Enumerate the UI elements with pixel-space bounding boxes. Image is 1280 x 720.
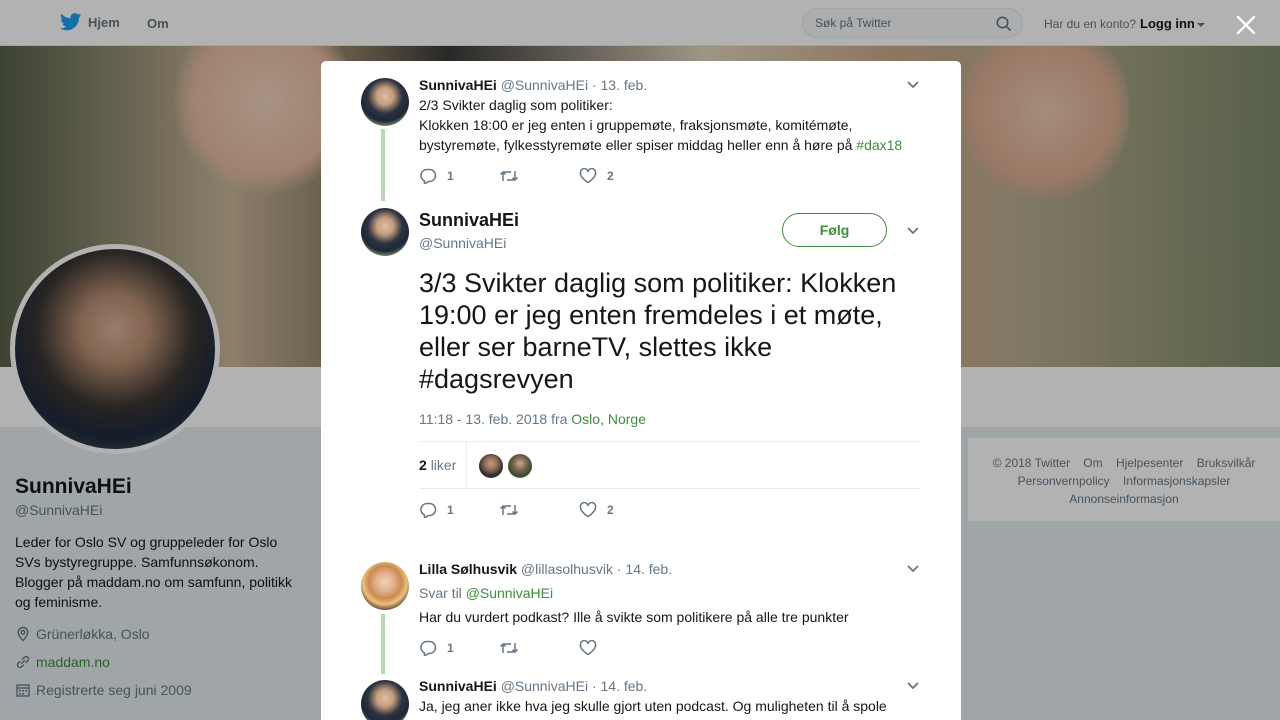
- avatar[interactable]: [361, 562, 409, 610]
- likes-summary[interactable]: 2 liker: [419, 457, 456, 473]
- likes-number: 2: [419, 457, 427, 473]
- main-tweet-body: 3/3 Svikter daglig som politiker: Klokke…: [419, 268, 897, 362]
- stats-divider: [466, 442, 467, 489]
- avatar[interactable]: [361, 78, 409, 126]
- hashtag-link[interactable]: #dax18: [856, 137, 902, 153]
- author-name[interactable]: SunnivaHEi: [419, 678, 497, 694]
- reply-icon: [420, 168, 437, 184]
- tweet-line-1: 2/3 Svikter daglig som politiker:: [419, 97, 613, 113]
- reply-to-link[interactable]: @SunnivaHEi: [466, 585, 553, 601]
- separator-dot: ·: [591, 77, 597, 93]
- tweet-header: SunnivaHEi @SunnivaHEi · 13. feb.: [419, 77, 647, 93]
- timestamp-text: 11:18 - 13. feb. 2018 fra: [419, 411, 568, 427]
- reply-button[interactable]: 1: [419, 168, 499, 184]
- reply-prefix: Svar til: [419, 585, 462, 601]
- retweet-button[interactable]: [499, 168, 579, 184]
- tweet-text: 2/3 Svikter daglig som politiker: Klokke…: [419, 95, 919, 155]
- liker-avatar[interactable]: [508, 454, 532, 478]
- heart-icon: [579, 640, 597, 656]
- like-count: 2: [607, 503, 614, 517]
- reply-count: 1: [447, 641, 454, 655]
- reply-count: 1: [447, 169, 454, 183]
- retweet-button[interactable]: [499, 640, 579, 656]
- reply-icon: [420, 640, 437, 656]
- chevron-down-icon[interactable]: [906, 80, 920, 90]
- heart-icon: [579, 168, 597, 184]
- avatar[interactable]: [361, 680, 409, 720]
- like-button[interactable]: 2: [579, 502, 614, 518]
- retweet-icon: [499, 505, 519, 515]
- reply-icon: [420, 502, 437, 518]
- like-count: 2: [607, 169, 614, 183]
- liker-avatar[interactable]: [479, 454, 503, 478]
- retweet-icon: [499, 171, 519, 181]
- tweet-header: SunnivaHEi @SunnivaHEi · 14. feb.: [419, 678, 647, 694]
- like-button[interactable]: [579, 640, 607, 656]
- tweet-time[interactable]: 14. feb.: [601, 678, 648, 694]
- reply-context: Svar til @SunnivaHEi: [419, 585, 553, 601]
- tweet-text: Ja, jeg aner ikke hva jeg skulle gjort u…: [419, 698, 887, 714]
- author-handle[interactable]: @lillasolhusvik: [521, 561, 613, 577]
- tweet-line-2: Klokken 18:00 er jeg enten i gruppemøte,…: [419, 117, 853, 153]
- heart-icon: [579, 502, 597, 518]
- main-author-handle[interactable]: @SunnivaHEi: [419, 235, 506, 251]
- tweet-actions: 1 2: [419, 166, 614, 186]
- reply-button[interactable]: 1: [419, 502, 499, 518]
- tweet-stats: 2 liker: [419, 441, 921, 489]
- reply-button[interactable]: 1: [419, 640, 499, 656]
- tweet-header: Lilla Sølhusvik @lillasolhusvik · 14. fe…: [419, 561, 672, 577]
- main-tweet-actions: 1 2: [419, 500, 614, 520]
- avatar[interactable]: [361, 208, 409, 256]
- retweet-icon: [499, 643, 519, 653]
- follow-button[interactable]: Følg: [782, 213, 887, 247]
- retweet-button[interactable]: [499, 502, 579, 518]
- separator-dot: ·: [616, 561, 622, 577]
- chevron-down-icon[interactable]: [906, 681, 920, 691]
- reply-count: 1: [447, 503, 454, 517]
- tweet-text: Har du vurdert podkast? Ille å svikte so…: [419, 609, 849, 625]
- tweet-timestamp: 11:18 - 13. feb. 2018 fra Oslo, Norge: [419, 411, 646, 427]
- close-icon[interactable]: [1233, 12, 1259, 38]
- place-link[interactable]: Oslo, Norge: [571, 411, 646, 427]
- chevron-down-icon[interactable]: [906, 226, 920, 236]
- likes-label: liker: [430, 457, 457, 473]
- main-author-name[interactable]: SunnivaHEi: [419, 210, 519, 231]
- tweet-actions: 1: [419, 638, 607, 658]
- thread-connector: [381, 129, 385, 201]
- like-button[interactable]: 2: [579, 168, 614, 184]
- author-name[interactable]: SunnivaHEi: [419, 77, 497, 93]
- author-name[interactable]: Lilla Sølhusvik: [419, 561, 517, 577]
- separator-dot: ·: [591, 678, 597, 694]
- chevron-down-icon[interactable]: [906, 564, 920, 574]
- thread-connector: [381, 614, 385, 674]
- author-handle[interactable]: @SunnivaHEi: [501, 678, 588, 694]
- hashtag-link[interactable]: #dagsrevyen: [419, 364, 574, 394]
- tweet-time[interactable]: 13. feb.: [601, 77, 648, 93]
- main-tweet-text: 3/3 Svikter daglig som politiker: Klokke…: [419, 267, 919, 395]
- tweet-time[interactable]: 14. feb.: [625, 561, 672, 577]
- author-handle[interactable]: @SunnivaHEi: [501, 77, 588, 93]
